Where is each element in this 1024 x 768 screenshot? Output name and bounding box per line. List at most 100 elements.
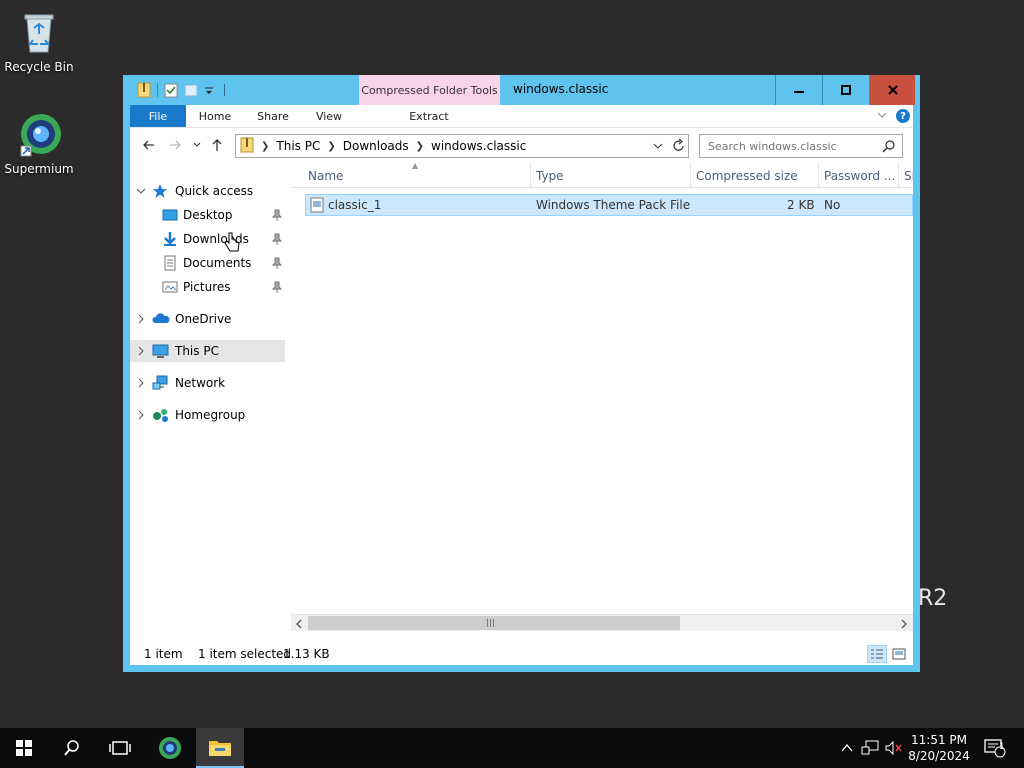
notification-count-badge: 1 [999, 742, 1005, 752]
file-compressed-size: 2 KB [787, 198, 815, 212]
desktop-folder-icon [162, 207, 178, 223]
title-bar[interactable]: Compressed Folder Tools windows.classic [123, 75, 920, 105]
forward-button[interactable] [166, 136, 184, 154]
start-button[interactable] [0, 728, 48, 768]
tab-extract[interactable]: Extract [366, 105, 492, 127]
volume-tray-button[interactable] [884, 728, 904, 768]
maximize-button[interactable] [822, 75, 868, 105]
address-dropdown-icon[interactable] [652, 139, 664, 156]
desktop-icon-label: Recycle Bin [4, 60, 74, 74]
chevron-right-icon[interactable] [135, 377, 147, 389]
table-row[interactable]: classic_1 Windows Theme Pack File 2 KB N… [305, 194, 913, 216]
column-header-password[interactable]: Password ... [819, 163, 899, 188]
navigation-bar: ❯ This PC ❯ Downloads ❯ windows.classic [130, 127, 913, 163]
column-label: Si [904, 168, 913, 183]
desktop-icon-recycle-bin[interactable]: Recycle Bin [0, 8, 79, 74]
toolbar-divider [224, 84, 225, 96]
pin-icon[interactable] [271, 281, 283, 296]
customize-toolbar-icon[interactable] [204, 82, 218, 98]
search-icon[interactable] [882, 139, 896, 156]
pin-icon[interactable] [271, 257, 283, 272]
nav-item-downloads[interactable]: Downloads [130, 228, 288, 250]
explorer-window: Compressed Folder Tools windows.classic … [123, 75, 920, 672]
refresh-icon[interactable] [672, 138, 686, 157]
hand-cursor-icon [224, 232, 240, 257]
horizontal-scrollbar[interactable] [291, 614, 913, 631]
pin-icon[interactable] [271, 209, 283, 224]
tab-file[interactable]: File [130, 105, 186, 127]
chevron-up-icon [841, 743, 853, 752]
search-box[interactable] [699, 134, 903, 158]
back-button[interactable] [140, 136, 158, 154]
pin-icon[interactable] [271, 233, 283, 248]
search-icon [64, 740, 79, 756]
breadcrumb: ❯ This PC ❯ Downloads ❯ windows.classic [240, 137, 526, 154]
close-button[interactable] [869, 75, 915, 105]
tab-share[interactable]: Share [244, 105, 302, 127]
column-header-compressed-size[interactable]: Compressed size [691, 163, 819, 188]
taskbar-file-explorer[interactable] [196, 728, 244, 768]
large-icons-view-button[interactable] [889, 645, 909, 663]
recycle-bin-icon [15, 8, 63, 56]
search-button[interactable] [48, 728, 96, 768]
nav-item-onedrive[interactable]: OneDrive [130, 308, 288, 330]
new-folder-icon[interactable] [184, 82, 198, 98]
contextual-tab-group-label: Compressed Folder Tools [359, 75, 500, 105]
nav-label-pictures: Pictures [183, 280, 231, 294]
file-list-pane: ▲ Name Type Compressed size Password ...… [291, 161, 913, 657]
taskbar-supermium[interactable] [146, 728, 194, 768]
nav-item-network[interactable]: Network [130, 372, 288, 394]
desktop-background-text: R2 [918, 586, 948, 611]
supermium-icon [15, 110, 63, 158]
breadcrumb-this-pc[interactable]: This PC [276, 139, 320, 153]
column-header-size[interactable]: Si [899, 163, 913, 188]
help-icon[interactable]: ? [896, 109, 910, 123]
nav-item-homegroup[interactable]: Homegroup [130, 404, 288, 426]
desktop-icon-supermium[interactable]: Supermium [0, 110, 79, 176]
nav-label-network: Network [175, 376, 226, 390]
chevron-right-icon[interactable] [135, 345, 147, 357]
nav-label-documents: Documents [183, 256, 252, 270]
network-tray-button[interactable] [860, 728, 880, 768]
onedrive-cloud-icon [152, 311, 170, 327]
tab-view[interactable]: View [302, 105, 356, 127]
documents-icon [162, 255, 178, 271]
nav-item-this-pc[interactable]: This PC [130, 340, 285, 362]
properties-icon[interactable] [164, 82, 178, 98]
column-header-type[interactable]: Type [531, 163, 691, 188]
breadcrumb-downloads[interactable]: Downloads [343, 139, 409, 153]
scrollbar-thumb[interactable] [308, 616, 680, 630]
nav-item-pictures[interactable]: Pictures [130, 276, 288, 298]
breadcrumb-separator-icon[interactable]: ❯ [261, 141, 269, 152]
column-label: Compressed size [696, 168, 798, 183]
clock-date: 8/20/2024 [908, 749, 970, 763]
breadcrumb-windows-classic[interactable]: windows.classic [431, 139, 526, 153]
recent-locations-button[interactable] [188, 136, 206, 154]
tab-home[interactable]: Home [186, 105, 244, 127]
scroll-right-icon[interactable] [896, 616, 912, 631]
system-clock[interactable]: 11:51 PM 8/20/2024 [906, 732, 972, 764]
action-center-button[interactable]: 1 [980, 728, 1010, 768]
scroll-left-icon[interactable] [291, 616, 307, 631]
breadcrumb-separator-icon[interactable]: ❯ [416, 141, 424, 152]
chevron-right-icon[interactable] [135, 409, 147, 421]
task-view-button[interactable] [96, 728, 144, 768]
address-bar[interactable]: ❯ This PC ❯ Downloads ❯ windows.classic [235, 134, 689, 158]
network-status-icon [861, 740, 879, 755]
minimize-button[interactable] [775, 75, 821, 105]
details-view-button[interactable] [867, 645, 887, 663]
nav-item-desktop[interactable]: Desktop [130, 204, 288, 226]
star-icon [152, 183, 168, 199]
column-header-name[interactable]: Name [303, 163, 531, 188]
breadcrumb-separator-icon[interactable]: ❯ [327, 141, 335, 152]
nav-item-documents[interactable]: Documents [130, 252, 288, 274]
nav-item-quick-access[interactable]: Quick access [130, 180, 288, 202]
large-icons-view-icon [892, 648, 906, 660]
chevron-down-icon[interactable] [135, 185, 147, 197]
search-input[interactable] [708, 138, 878, 154]
up-button[interactable] [208, 136, 226, 154]
clock-time: 11:51 PM [911, 733, 967, 747]
show-hidden-icons-button[interactable] [838, 728, 856, 768]
expand-ribbon-chevron-icon[interactable] [876, 108, 888, 125]
chevron-right-icon[interactable] [135, 313, 147, 325]
